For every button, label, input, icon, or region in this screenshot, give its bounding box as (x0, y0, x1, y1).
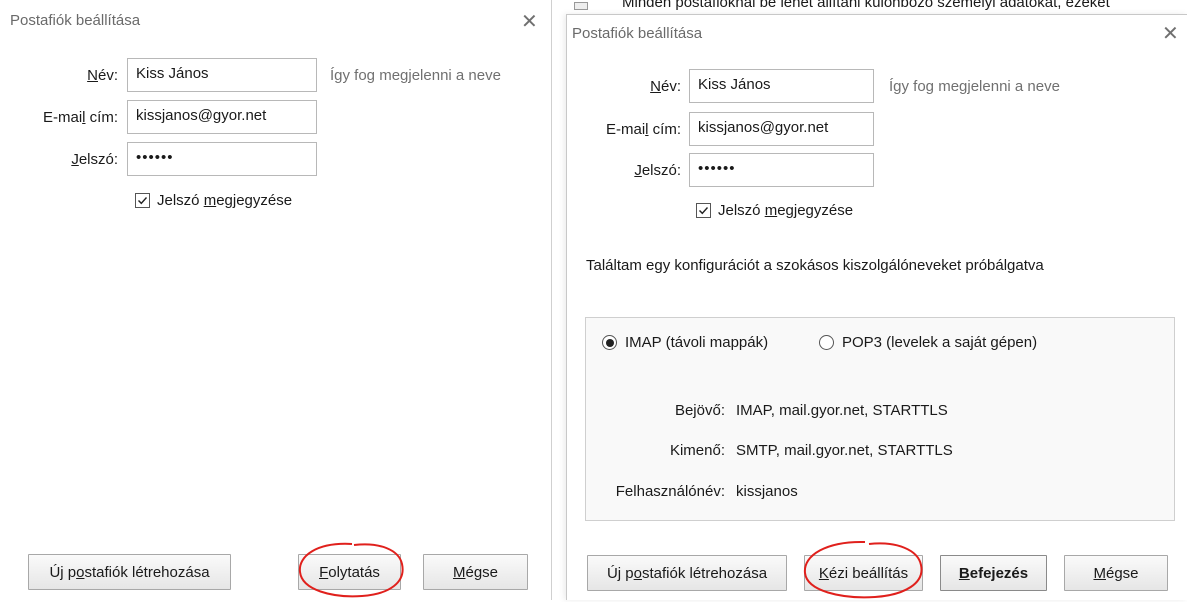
name-input[interactable]: Kiss János (127, 58, 317, 92)
new-account-button[interactable]: Új p o stafiók létrehozása (587, 555, 787, 591)
incoming-value: IMAP, mail.gyor.net, STARTTLS (736, 402, 948, 419)
continue-button[interactable]: Folytatás (298, 554, 401, 590)
dialog-title: Postafiók beállítása (10, 12, 141, 29)
close-icon[interactable]: ✕ (521, 12, 538, 32)
password-input[interactable]: •••••• (127, 142, 317, 176)
password-label: Jelszó: (71, 151, 118, 168)
account-setup-dialog-right: Postafiók beállítása ✕ Név: Kiss János Í… (566, 14, 1187, 600)
name-input[interactable]: Kiss János (689, 69, 874, 103)
account-setup-dialog-left: Postafiók beállítása ✕ Név: Kiss János Í… (0, 0, 552, 600)
radio-selected-icon (602, 335, 617, 350)
password-label: Jelszó: (634, 162, 681, 179)
found-config-message: Találtam egy konfigurációt a szokásos ki… (586, 257, 1044, 274)
new-account-button[interactable]: Új p o stafiók létrehozása (28, 554, 231, 590)
background-window-text: Minden postafióknál be lehet állítani kü… (622, 0, 1110, 11)
email-input[interactable]: kissjanos@gyor.net (689, 112, 874, 146)
dialog-title: Postafiók beállítása (572, 25, 703, 42)
outgoing-value: SMTP, mail.gyor.net, STARTTLS (736, 442, 953, 459)
name-hint: Így fog megjelenni a neve (889, 78, 1060, 95)
username-label: Felhasználónév: (615, 483, 725, 500)
email-label: E-mail cím: (605, 121, 681, 138)
pop3-radio[interactable]: POP3 (levelek a saját gépen) (819, 334, 1037, 351)
email-input[interactable]: kissjanos@gyor.net (127, 100, 317, 134)
background-window-icon (574, 2, 588, 10)
username-value: kissjanos (736, 483, 798, 500)
radio-unselected-icon (819, 335, 834, 350)
cancel-button[interactable]: Mégse (423, 554, 528, 590)
password-input[interactable]: •••••• (689, 153, 874, 187)
incoming-label: Bejövő: (674, 402, 725, 419)
outgoing-label: Kimenő: (669, 442, 725, 459)
imap-radio[interactable]: IMAP (távoli mappák) (602, 334, 768, 351)
manual-config-button[interactable]: Kézi beállítás (804, 555, 923, 591)
imap-label: IMAP (távoli mappák) (625, 334, 769, 351)
remember-password-checkbox[interactable]: Jelszó megjegyzése (696, 202, 853, 219)
remember-password-checkbox[interactable]: Jelszó megjegyzése (135, 192, 292, 209)
close-icon[interactable]: ✕ (1162, 24, 1179, 44)
checkbox-checked-icon (696, 203, 711, 218)
name-label: Név: (87, 67, 118, 84)
email-label: E-mail cím: (42, 109, 118, 126)
config-details-box: IMAP (távoli mappák) POP3 (levelek a saj… (585, 317, 1175, 521)
name-label: Név: (650, 78, 681, 95)
remember-password-label: Jelszó megjegyzése (157, 192, 293, 209)
cancel-button[interactable]: Mégse (1064, 555, 1168, 591)
finish-button[interactable]: Befejezés (940, 555, 1047, 591)
checkbox-checked-icon (135, 193, 150, 208)
name-hint: Így fog megjelenni a neve (330, 67, 501, 84)
pop3-label: POP3 (levelek a saját gépen) (842, 334, 1038, 351)
remember-password-label: Jelszó megjegyzése (718, 202, 854, 219)
